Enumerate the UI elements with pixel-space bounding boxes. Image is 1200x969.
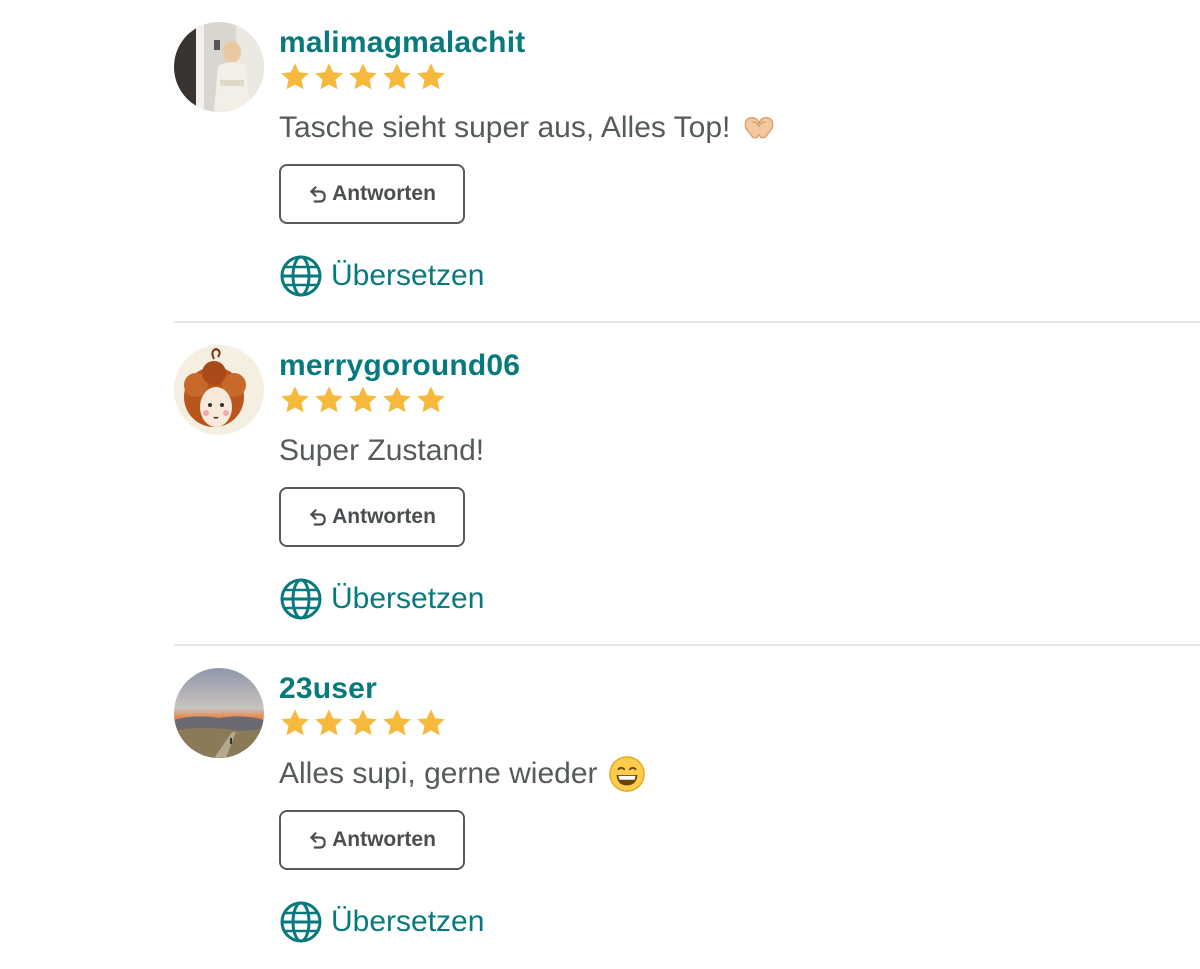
star-rating: [279, 60, 1200, 94]
translate-label: Übersetzen: [331, 905, 485, 938]
review-item: 23user Alles supi, gerne wieder Antworte…: [174, 646, 1200, 969]
avatar[interactable]: [174, 345, 264, 435]
star-rating: [279, 706, 1200, 740]
review-comment: Tasche sieht super aus, Alles Top!: [279, 108, 1200, 148]
review-comment-text: Alles supi, gerne wieder: [279, 757, 598, 790]
review-comment: Super Zustand!: [279, 431, 1200, 471]
star-icon: [315, 709, 343, 736]
review-content: merrygoround06 Super Zustand! Antworten: [279, 347, 1200, 621]
avatar[interactable]: [174, 668, 264, 758]
review-content: 23user Alles supi, gerne wieder Antworte…: [279, 670, 1200, 944]
star-icon: [349, 63, 377, 90]
globe-icon: [280, 578, 322, 620]
avatar-drawing-curly-hair: [174, 345, 264, 435]
translate-label: Übersetzen: [331, 259, 485, 292]
heart-hands-emoji: [745, 116, 774, 139]
review-username[interactable]: 23user: [279, 670, 1200, 708]
review-comment: Alles supi, gerne wieder: [279, 754, 1200, 794]
review-item: merrygoround06 Super Zustand! Antworten: [174, 323, 1200, 646]
review-comment-text: Tasche sieht super aus, Alles Top!: [279, 111, 731, 144]
avatar-photo-mirror-selfie: [174, 22, 264, 112]
star-icon: [417, 63, 445, 90]
reply-button-label: Antworten: [332, 828, 436, 851]
review-username[interactable]: malimagmalachit: [279, 24, 1200, 62]
reply-arrow-icon: [310, 186, 326, 203]
star-icon: [349, 386, 377, 413]
reply-button[interactable]: Antworten: [279, 487, 465, 547]
reply-arrow-icon: [310, 832, 326, 849]
star-icon: [417, 709, 445, 736]
star-icon: [383, 386, 411, 413]
reply-arrow-icon: [310, 509, 326, 526]
review-comment-text: Super Zustand!: [279, 434, 485, 467]
translate-link[interactable]: Übersetzen: [279, 577, 1200, 621]
star-icon: [383, 709, 411, 736]
reply-button-label: Antworten: [332, 505, 436, 528]
star-icon: [349, 709, 377, 736]
star-icon: [417, 386, 445, 413]
globe-icon: [280, 901, 322, 943]
globe-icon: [280, 255, 322, 297]
star-icon: [281, 709, 309, 736]
review-username[interactable]: merrygoround06: [279, 347, 1200, 385]
reply-button[interactable]: Antworten: [279, 810, 465, 870]
star-rating: [279, 383, 1200, 417]
avatar-photo-sunset-landscape: [174, 668, 264, 758]
star-icon: [281, 63, 309, 90]
star-icon: [281, 386, 309, 413]
review-item: malimagmalachit Tasche sieht super aus, …: [174, 0, 1200, 323]
star-icon: [315, 63, 343, 90]
translate-label: Übersetzen: [331, 582, 485, 615]
translate-link[interactable]: Übersetzen: [279, 254, 1200, 298]
translate-link[interactable]: Übersetzen: [279, 900, 1200, 944]
avatar[interactable]: [174, 22, 264, 112]
grinning-face-emoji: [608, 756, 645, 792]
reply-button-label: Antworten: [332, 182, 436, 205]
star-icon: [383, 63, 411, 90]
star-icon: [315, 386, 343, 413]
reply-button[interactable]: Antworten: [279, 164, 465, 224]
review-content: malimagmalachit Tasche sieht super aus, …: [279, 24, 1200, 298]
reviews-list: malimagmalachit Tasche sieht super aus, …: [174, 0, 1200, 969]
